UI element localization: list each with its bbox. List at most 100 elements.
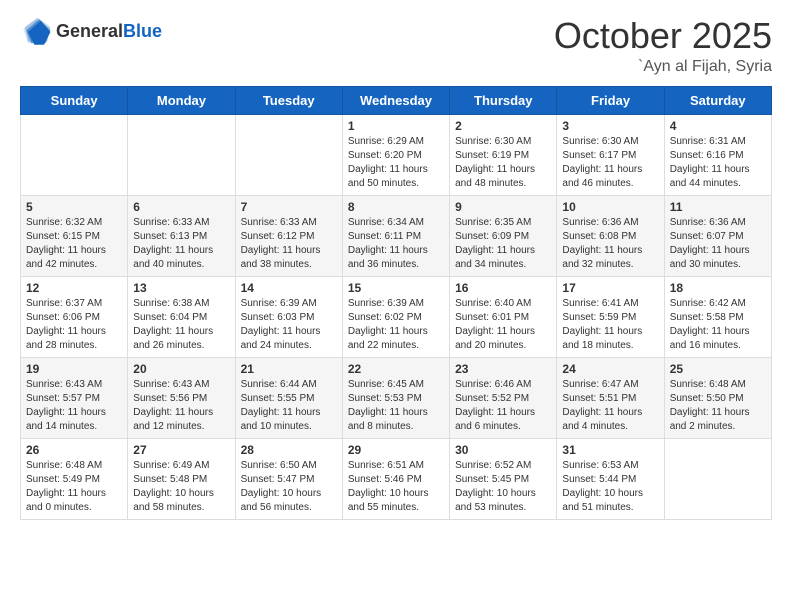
day-number: 15	[348, 281, 444, 295]
day-number: 19	[26, 362, 122, 376]
sunset-text: Sunset: 6:03 PM	[241, 311, 337, 325]
day-number: 8	[348, 200, 444, 214]
day-number: 26	[26, 443, 122, 457]
sunrise-text: Sunrise: 6:41 AM	[562, 297, 658, 311]
sunset-text: Sunset: 5:57 PM	[26, 392, 122, 406]
day-info: Sunrise: 6:48 AMSunset: 5:50 PMDaylight:…	[670, 378, 766, 434]
calendar-cell: 22Sunrise: 6:45 AMSunset: 5:53 PMDayligh…	[342, 357, 449, 438]
sunset-text: Sunset: 6:11 PM	[348, 230, 444, 244]
sunrise-text: Sunrise: 6:30 AM	[455, 135, 551, 149]
calendar-cell: 13Sunrise: 6:38 AMSunset: 6:04 PMDayligh…	[128, 276, 235, 357]
daylight-text: Daylight: 11 hours and 20 minutes.	[455, 325, 551, 353]
sunset-text: Sunset: 5:45 PM	[455, 473, 551, 487]
calendar-cell: 25Sunrise: 6:48 AMSunset: 5:50 PMDayligh…	[664, 357, 771, 438]
sunset-text: Sunset: 5:51 PM	[562, 392, 658, 406]
weekday-header: Sunday	[21, 86, 128, 114]
day-info: Sunrise: 6:36 AMSunset: 6:08 PMDaylight:…	[562, 216, 658, 272]
calendar-week-row: 1Sunrise: 6:29 AMSunset: 6:20 PMDaylight…	[21, 114, 772, 195]
sunset-text: Sunset: 6:20 PM	[348, 149, 444, 163]
calendar-cell: 19Sunrise: 6:43 AMSunset: 5:57 PMDayligh…	[21, 357, 128, 438]
sunset-text: Sunset: 6:01 PM	[455, 311, 551, 325]
sunrise-text: Sunrise: 6:45 AM	[348, 378, 444, 392]
calendar-cell: 28 Sunrise: 6:50 AMSunset: 5:47 PMDayligh…	[235, 438, 342, 519]
calendar-cell: 12Sunrise: 6:37 AMSunset: 6:06 PMDayligh…	[21, 276, 128, 357]
daylight-text: Daylight: 11 hours and 2 minutes.	[670, 406, 766, 434]
day-number: 6	[133, 200, 229, 214]
sunrise-text: Sunrise: 6:46 AM	[455, 378, 551, 392]
day-info: Sunrise: 6:44 AMSunset: 5:55 PMDaylight:…	[241, 378, 337, 434]
logo-text: GeneralBlue	[56, 22, 162, 42]
day-number: 14	[241, 281, 337, 295]
sunrise-text: Sunrise: 6:37 AM	[26, 297, 122, 311]
calendar-cell: 21Sunrise: 6:44 AMSunset: 5:55 PMDayligh…	[235, 357, 342, 438]
calendar-cell: 24 Sunrise: 6:47 AMSunset: 5:51 PMDayligh…	[557, 357, 664, 438]
calendar-cell: 4Sunrise: 6:31 AMSunset: 6:16 PMDaylight…	[664, 114, 771, 195]
logo: GeneralBlue	[20, 16, 162, 48]
daylight-text: Daylight: 11 hours and 30 minutes.	[670, 244, 766, 272]
day-number: 17	[562, 281, 658, 295]
day-number: 4	[670, 119, 766, 133]
daylight-text: Daylight: 11 hours and 44 minutes.	[670, 163, 766, 191]
day-number: 23	[455, 362, 551, 376]
sunrise-text: Sunrise: 6:53 AM	[562, 459, 658, 473]
logo-general: General	[56, 21, 123, 41]
day-number: 11	[670, 200, 766, 214]
weekday-header: Monday	[128, 86, 235, 114]
sunrise-text: Sunrise: 6:39 AM	[241, 297, 337, 311]
day-info: Sunrise: 6:53 AMSunset: 5:44 PMDaylight:…	[562, 459, 658, 515]
day-info: Sunrise: 6:35 AMSunset: 6:09 PMDaylight:…	[455, 216, 551, 272]
sunset-text: Sunset: 6:16 PM	[670, 149, 766, 163]
daylight-text: Daylight: 11 hours and 22 minutes.	[348, 325, 444, 353]
weekday-header: Thursday	[450, 86, 557, 114]
sunrise-text: Sunrise: 6:32 AM	[26, 216, 122, 230]
calendar-cell: 5Sunrise: 6:32 AMSunset: 6:15 PMDaylight…	[21, 195, 128, 276]
sunset-text: Sunset: 6:08 PM	[562, 230, 658, 244]
sunset-text: Sunset: 5:56 PM	[133, 392, 229, 406]
calendar-cell: 11 Sunrise: 6:36 AMSunset: 6:07 PMDayligh…	[664, 195, 771, 276]
logo-icon	[20, 16, 52, 48]
day-number: 18	[670, 281, 766, 295]
day-info: Sunrise: 6:42 AMSunset: 5:58 PMDaylight:…	[670, 297, 766, 353]
calendar-week-row: 26 Sunrise: 6:48 AMSunset: 5:49 PMDayligh…	[21, 438, 772, 519]
daylight-text: Daylight: 11 hours and 14 minutes.	[26, 406, 122, 434]
sunset-text: Sunset: 5:59 PM	[562, 311, 658, 325]
daylight-text: Daylight: 11 hours and 10 minutes.	[241, 406, 337, 434]
daylight-text: Daylight: 11 hours and 4 minutes.	[562, 406, 658, 434]
daylight-text: Daylight: 11 hours and 26 minutes.	[133, 325, 229, 353]
day-number: 1	[348, 119, 444, 133]
sunset-text: Sunset: 6:17 PM	[562, 149, 658, 163]
day-number: 10	[562, 200, 658, 214]
day-number: 2	[455, 119, 551, 133]
day-number: 28	[241, 443, 337, 457]
day-info: Sunrise: 6:39 AMSunset: 6:02 PMDaylight:…	[348, 297, 444, 353]
sunset-text: Sunset: 5:47 PM	[241, 473, 337, 487]
day-info: Sunrise: 6:34 AMSunset: 6:11 PMDaylight:…	[348, 216, 444, 272]
sunset-text: Sunset: 6:06 PM	[26, 311, 122, 325]
calendar-table: SundayMondayTuesdayWednesdayThursdayFrid…	[20, 86, 772, 520]
day-info: Sunrise: 6:48 AMSunset: 5:49 PMDaylight:…	[26, 459, 122, 515]
day-info: Sunrise: 6:38 AMSunset: 6:04 PMDaylight:…	[133, 297, 229, 353]
sunrise-text: Sunrise: 6:40 AM	[455, 297, 551, 311]
weekday-header: Wednesday	[342, 86, 449, 114]
sunset-text: Sunset: 5:49 PM	[26, 473, 122, 487]
day-number: 7	[241, 200, 337, 214]
day-info: Sunrise: 6:37 AMSunset: 6:06 PMDaylight:…	[26, 297, 122, 353]
daylight-text: Daylight: 11 hours and 16 minutes.	[670, 325, 766, 353]
calendar-cell: 3Sunrise: 6:30 AMSunset: 6:17 PMDaylight…	[557, 114, 664, 195]
title-block: October 2025 `Ayn al Fijah, Syria	[554, 16, 772, 76]
daylight-text: Daylight: 10 hours and 53 minutes.	[455, 487, 551, 515]
sunset-text: Sunset: 5:46 PM	[348, 473, 444, 487]
day-info: Sunrise: 6:36 AMSunset: 6:07 PMDaylight:…	[670, 216, 766, 272]
day-info: Sunrise: 6:52 AMSunset: 5:45 PMDaylight:…	[455, 459, 551, 515]
day-number: 24	[562, 362, 658, 376]
day-info: Sunrise: 6:50 AMSunset: 5:47 PMDaylight:…	[241, 459, 337, 515]
calendar-week-row: 19Sunrise: 6:43 AMSunset: 5:57 PMDayligh…	[21, 357, 772, 438]
calendar-week-row: 5Sunrise: 6:32 AMSunset: 6:15 PMDaylight…	[21, 195, 772, 276]
calendar-cell: 14Sunrise: 6:39 AMSunset: 6:03 PMDayligh…	[235, 276, 342, 357]
daylight-text: Daylight: 11 hours and 42 minutes.	[26, 244, 122, 272]
day-info: Sunrise: 6:47 AMSunset: 5:51 PMDaylight:…	[562, 378, 658, 434]
sunset-text: Sunset: 6:09 PM	[455, 230, 551, 244]
sunset-text: Sunset: 6:19 PM	[455, 149, 551, 163]
day-number: 3	[562, 119, 658, 133]
sunset-text: Sunset: 5:58 PM	[670, 311, 766, 325]
